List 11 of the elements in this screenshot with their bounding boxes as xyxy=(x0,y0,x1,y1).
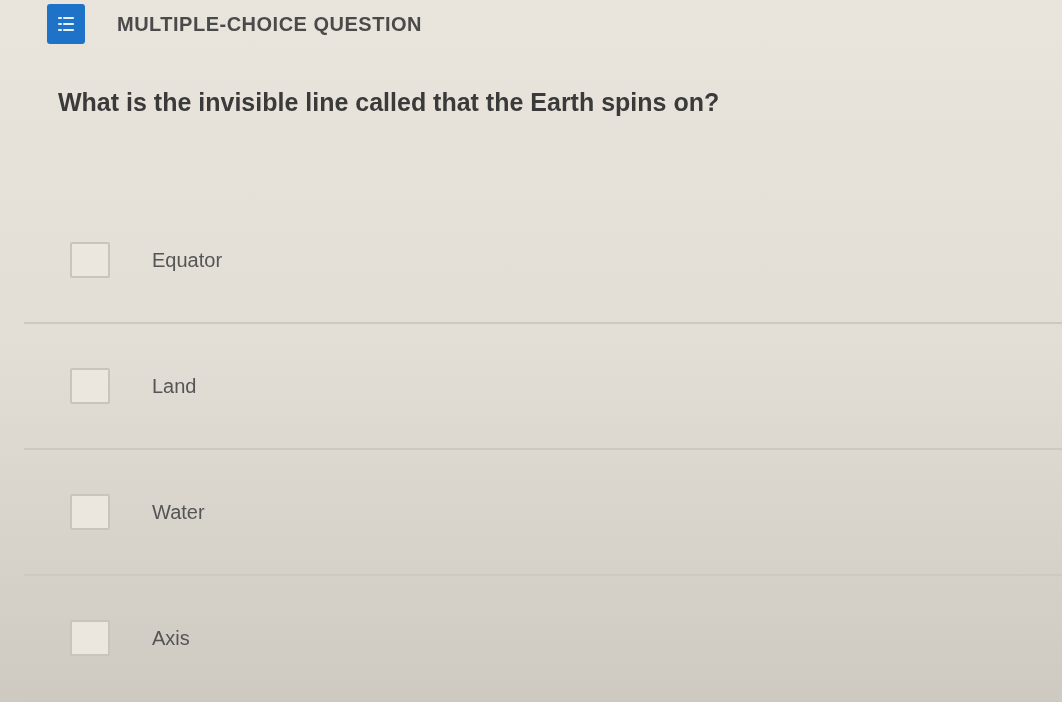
question-text: What is the invisible line called that the Earth spins on? xyxy=(58,88,720,116)
option-label[interactable]: Water xyxy=(152,497,205,527)
option-label[interactable]: Axis xyxy=(152,623,190,653)
list-icon xyxy=(47,4,85,44)
option-label[interactable]: Land xyxy=(152,371,197,401)
question-type-title: MULTIPLE-CHOICE QUESTION xyxy=(117,12,422,37)
checkbox[interactable] xyxy=(70,242,110,278)
checkbox[interactable] xyxy=(70,494,110,530)
checkbox[interactable] xyxy=(70,368,110,404)
option-label[interactable]: Equator xyxy=(152,245,223,275)
checkbox[interactable] xyxy=(70,620,110,656)
